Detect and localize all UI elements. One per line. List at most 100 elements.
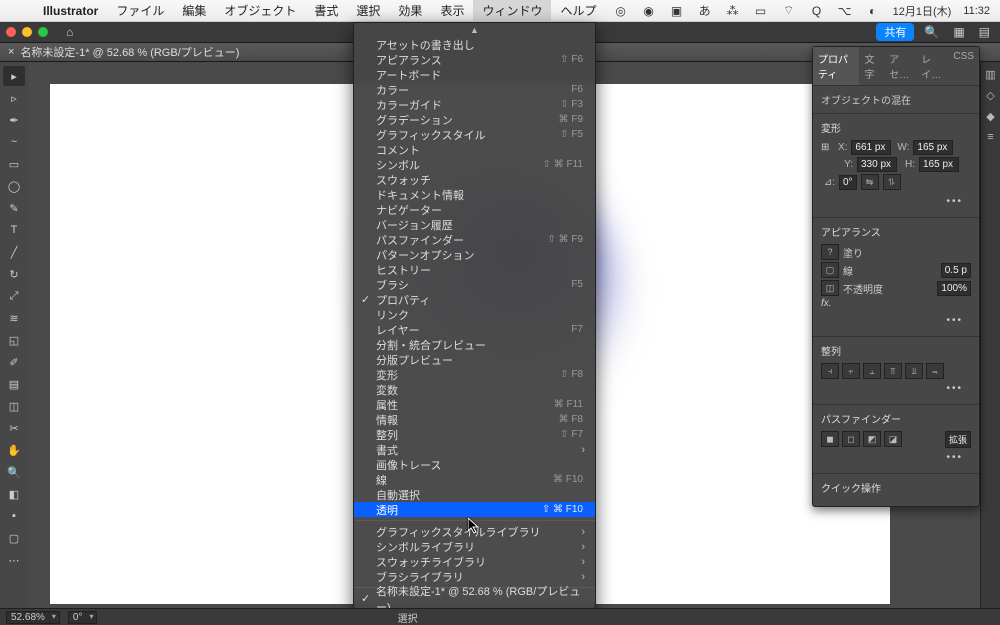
gradient-tool[interactable]: ▤ (3, 374, 25, 394)
menu-item[interactable]: シンボルライブラリ (354, 539, 595, 554)
tab-close-icon[interactable]: × (8, 46, 14, 58)
rotate-view-dropdown[interactable]: 0° (68, 611, 98, 624)
bluetooth-icon[interactable]: ⁂ (725, 3, 741, 19)
menu-item[interactable]: 属性⌘ F11 (354, 397, 595, 412)
scissors-tool[interactable]: ✂ (3, 418, 25, 438)
search-icon[interactable]: 🔍 (920, 25, 943, 39)
align-hcenter-icon[interactable]: ⫟ (842, 363, 860, 379)
window-minimize-icon[interactable] (22, 27, 32, 37)
selection-tool[interactable]: ▸ (3, 66, 25, 86)
app-icon-1[interactable]: ▣ (669, 3, 685, 19)
menu-item[interactable]: ドキュメント情報 (354, 187, 595, 202)
menu-object[interactable]: オブジェクト (215, 0, 305, 22)
stroke-swatch[interactable]: ▢ (821, 262, 839, 278)
chat-icon[interactable]: ◉ (641, 3, 657, 19)
menu-item[interactable]: 分版プレビュー (354, 352, 595, 367)
h-field[interactable]: 165 px (919, 157, 959, 172)
reference-point-icon[interactable]: ⊞ (821, 142, 829, 153)
menu-item[interactable]: ✓名称未設定-1* @ 52.68 % (RGB/プレビュー) (354, 591, 595, 606)
menu-item[interactable]: グラフィックスタイル⇧ F5 (354, 127, 595, 142)
flip-v-icon[interactable]: ⥮ (883, 174, 901, 190)
menu-item[interactable]: ナビゲーター (354, 202, 595, 217)
menu-item[interactable]: グラデーション⌘ F9 (354, 112, 595, 127)
battery-icon[interactable]: ▭ (753, 3, 769, 19)
tab-assets[interactable]: アセ… (884, 47, 916, 85)
edit-toolbar-icon[interactable]: ⋯ (3, 550, 25, 570)
fx-label[interactable]: fx. (821, 298, 832, 309)
angle-field[interactable]: 0° (839, 175, 857, 190)
menu-item[interactable]: ✓プロパティ (354, 292, 595, 307)
pathfinder-more[interactable]: ••• (821, 448, 971, 467)
menu-item[interactable]: アセットの書き出し (354, 37, 595, 52)
align-vcenter-icon[interactable]: ⫫ (905, 363, 923, 379)
color-mode-icons[interactable]: ▪ (3, 506, 25, 526)
menu-item[interactable]: カラーガイド⇧ F3 (354, 97, 595, 112)
pf-unite-icon[interactable]: ◼ (821, 431, 839, 447)
menu-window[interactable]: ウィンドウ (473, 0, 551, 22)
cc-icon[interactable]: ◎ (613, 3, 629, 19)
dock-icon-1[interactable]: ▥ (985, 68, 995, 81)
align-top-icon[interactable]: ⫪ (884, 363, 902, 379)
menu-item[interactable]: シンボル⇧ ⌘ F11 (354, 157, 595, 172)
tab-layers[interactable]: レイ… (916, 47, 948, 85)
fill-stroke-swatch[interactable]: ◧ (3, 484, 25, 504)
dock-icon-3[interactable]: ◆ (986, 110, 994, 123)
width-tool[interactable]: ≋ (3, 308, 25, 328)
shape-builder-tool[interactable]: ◱ (3, 330, 25, 350)
menubar-date[interactable]: 12月1日(木) (893, 3, 952, 19)
app-menu[interactable]: Illustrator (34, 0, 107, 22)
wifi-icon[interactable]: ⌔ (781, 3, 797, 19)
align-bottom-icon[interactable]: ⫬ (926, 363, 944, 379)
menu-item[interactable]: 自動選択 (354, 487, 595, 502)
menu-item[interactable]: ブラシF5 (354, 277, 595, 292)
tab-character[interactable]: 文字 (859, 47, 884, 85)
pf-expand-button[interactable]: 拡張 (945, 431, 971, 448)
line-tool[interactable]: ╱ (3, 242, 25, 262)
menu-item[interactable]: アピアランス⇧ F6 (354, 52, 595, 67)
siri-icon[interactable]: ◐ (865, 3, 881, 19)
menu-item[interactable]: ヒストリー (354, 262, 595, 277)
menu-item[interactable]: 透明⇧ ⌘ F10 (354, 502, 595, 517)
menu-item[interactable]: 情報⌘ F8 (354, 412, 595, 427)
menu-item[interactable]: バージョン履歴 (354, 217, 595, 232)
tab-properties[interactable]: プロパティ (813, 47, 859, 85)
pf-exclude-icon[interactable]: ◪ (884, 431, 902, 447)
menu-item[interactable]: レイヤーF7 (354, 322, 595, 337)
pf-minus-icon[interactable]: ◻ (842, 431, 860, 447)
window-zoom-icon[interactable] (38, 27, 48, 37)
fill-swatch[interactable]: ? (821, 244, 839, 260)
menu-scroll-up-icon[interactable]: ▲ (354, 23, 595, 37)
menu-item[interactable]: パスファインダー⇧ ⌘ F9 (354, 232, 595, 247)
menu-edit[interactable]: 編集 (173, 0, 215, 22)
menubar-time[interactable]: 11:32 (963, 5, 990, 17)
eraser-tool[interactable]: ◫ (3, 396, 25, 416)
tab-css[interactable]: CSS (948, 47, 979, 85)
eyedropper-tool[interactable]: ✐ (3, 352, 25, 372)
curvature-tool[interactable]: ~ (3, 132, 25, 152)
type-tool[interactable]: T (3, 220, 25, 240)
menu-item[interactable]: グラフィックスタイルライブラリ (354, 524, 595, 539)
y-field[interactable]: 330 px (857, 157, 897, 172)
transform-more[interactable]: ••• (821, 192, 971, 211)
zoom-tool[interactable]: 🔍 (3, 462, 25, 482)
align-more[interactable]: ••• (821, 379, 971, 398)
opacity-field[interactable]: 100% (937, 281, 971, 296)
scale-tool[interactable]: ⤢ (3, 286, 25, 306)
menu-item[interactable]: カラーF6 (354, 82, 595, 97)
screen-mode-icon[interactable]: ▢ (3, 528, 25, 548)
x-field[interactable]: 661 px (851, 140, 891, 155)
ellipse-tool[interactable]: ◯ (3, 176, 25, 196)
control-center-icon[interactable]: ⌥ (837, 3, 853, 19)
menu-item[interactable]: 書式 (354, 442, 595, 457)
menu-item[interactable]: リンク (354, 307, 595, 322)
menu-select[interactable]: 選択 (347, 0, 389, 22)
menu-help[interactable]: ヘルプ (551, 0, 605, 22)
menu-item[interactable]: コメント (354, 142, 595, 157)
pf-intersect-icon[interactable]: ◩ (863, 431, 881, 447)
align-left-icon[interactable]: ⫞ (821, 363, 839, 379)
menu-type[interactable]: 書式 (305, 0, 347, 22)
menu-item[interactable]: アートボード (354, 67, 595, 82)
spotlight-icon[interactable]: Q (809, 3, 825, 19)
arrange-icon[interactable]: ▦ (949, 25, 968, 39)
stroke-weight-field[interactable]: 0.5 p (941, 263, 971, 278)
